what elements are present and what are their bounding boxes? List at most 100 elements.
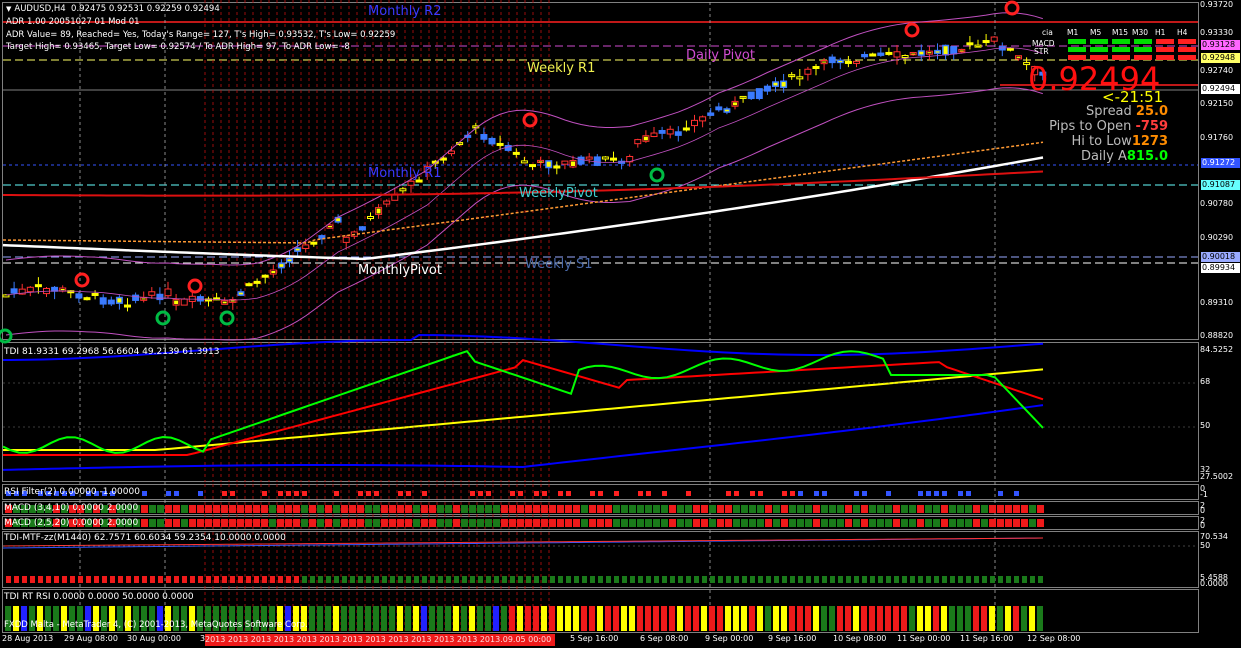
macd1-block	[941, 505, 948, 513]
macd2-block	[341, 519, 348, 527]
tdi-rt-bar	[605, 606, 611, 631]
tdi-rt-bar	[741, 606, 747, 631]
macd1-block	[381, 505, 388, 513]
macd1-block	[141, 505, 148, 513]
time-cursor-tag: 2013 2013 2013 2013 2013 2013 2013 2013 …	[205, 634, 555, 646]
tdi-rt-bar	[645, 606, 651, 631]
macd2-block	[221, 519, 228, 527]
tdi-mtf-block	[798, 576, 803, 583]
candle-body	[529, 164, 536, 168]
lower-band	[5, 87, 1043, 341]
tdi-rt-bar	[669, 606, 675, 631]
macd2-block	[157, 519, 164, 527]
tdi-mtf-block	[534, 576, 539, 583]
up-fractal-marker	[904, 22, 920, 38]
macd1-block	[533, 505, 540, 513]
time-axis[interactable]: 28 Aug 201329 Aug 08:0030 Aug 00:0030 Au…	[0, 633, 1200, 648]
tdi-rt-bar	[933, 606, 939, 631]
macd1-block	[621, 505, 628, 513]
tdi-mtf-block	[1006, 576, 1011, 583]
price-tick: 0.93720	[1200, 0, 1234, 9]
macd2-block	[205, 519, 212, 527]
candle-inner-mark	[967, 43, 972, 45]
macd1-block	[309, 505, 316, 513]
macd2-block	[629, 519, 636, 527]
tdi-rt-bar	[589, 606, 595, 631]
macd2-block	[701, 519, 708, 527]
tdi-mtf-block	[710, 576, 715, 583]
price-axis[interactable]: 0.93720 0.93330 0.92740 0.92150 0.91760 …	[1200, 0, 1241, 340]
macd1-block	[357, 505, 364, 513]
macd2-block	[837, 519, 844, 527]
candle-body	[950, 46, 958, 55]
macd1-block	[405, 505, 412, 513]
macd2-block	[477, 519, 484, 527]
tdi-mtf-block	[6, 576, 11, 583]
rsi-filter-dot	[230, 491, 235, 496]
macd2-block	[685, 519, 692, 527]
macd2-block	[549, 519, 556, 527]
tdi-mtf-block	[942, 576, 947, 583]
macd1-block	[645, 505, 652, 513]
tdi-mtf-block	[1038, 576, 1043, 583]
macd1-block	[773, 505, 780, 513]
tdi-rt-bar	[413, 606, 419, 631]
candle-inner-mark	[935, 51, 940, 53]
macd2-block	[453, 519, 460, 527]
rsi-filter-dot	[286, 491, 291, 496]
tdi-mtf-block	[238, 576, 243, 583]
macd1-block	[333, 505, 340, 513]
candle-body	[747, 91, 755, 100]
tdi-rt-bar	[1013, 606, 1019, 631]
macd1-block	[157, 505, 164, 513]
tdi-mtf-block	[118, 576, 123, 583]
macd2-block	[165, 519, 172, 527]
macd2-block	[485, 519, 492, 527]
tdi-mtf-tick: 0.0000	[1200, 579, 1228, 588]
macd2-block	[229, 519, 236, 527]
macd2-block	[389, 519, 396, 527]
tdi-mtf-block	[478, 576, 483, 583]
candle-inner-mark	[117, 298, 122, 303]
signal-block	[1178, 55, 1196, 60]
tdi-rt-bar	[357, 606, 363, 631]
candle-inner-mark	[781, 82, 786, 87]
dropdown-arrow-icon[interactable]: ▼	[6, 5, 11, 13]
tdi-rt-bar	[853, 606, 859, 631]
tdi-rt-bar	[365, 606, 371, 631]
tdi-rt-bar	[541, 606, 547, 631]
macd2-block	[933, 519, 940, 527]
tdi-rt-bar	[781, 606, 787, 631]
weekly-pivot-label: WeeklyPivot	[519, 186, 598, 201]
tdi-mtf-block	[342, 576, 347, 583]
macd1-block	[501, 505, 508, 513]
macd1-block	[669, 505, 676, 513]
macd2-block	[509, 519, 516, 527]
rsi-filter-dot	[686, 491, 691, 496]
macd2-block	[493, 519, 500, 527]
tdi-rt-bar	[845, 606, 851, 631]
tdi-mtf-block	[94, 576, 99, 583]
spread-stat: Spread 25.0	[1086, 104, 1168, 119]
macd2-block	[541, 519, 548, 527]
candle-inner-mark	[93, 294, 98, 296]
tdi-mtf-block	[702, 576, 707, 583]
rsi-filter-dot	[534, 491, 539, 496]
macd2-block	[813, 519, 820, 527]
candle-body	[1006, 47, 1014, 51]
macd2-block	[373, 519, 380, 527]
tdi-rt-bar	[477, 606, 483, 631]
macd1-block	[821, 505, 828, 513]
daily-avg-value: 815.0	[1126, 149, 1168, 164]
tdi-rt-bar	[501, 606, 507, 631]
macd1-block	[373, 505, 380, 513]
rsi-filter-dot	[278, 491, 283, 496]
macd2-block	[917, 519, 924, 527]
macd1-block	[981, 505, 988, 513]
tdi-mtf-block	[310, 576, 315, 583]
rsi-filter-dot	[590, 491, 595, 496]
tdi-rt-bar	[685, 606, 691, 631]
tdi-tick: 84.5252	[1200, 345, 1234, 354]
macd2-block	[461, 519, 468, 527]
candle-inner-mark	[919, 51, 924, 55]
